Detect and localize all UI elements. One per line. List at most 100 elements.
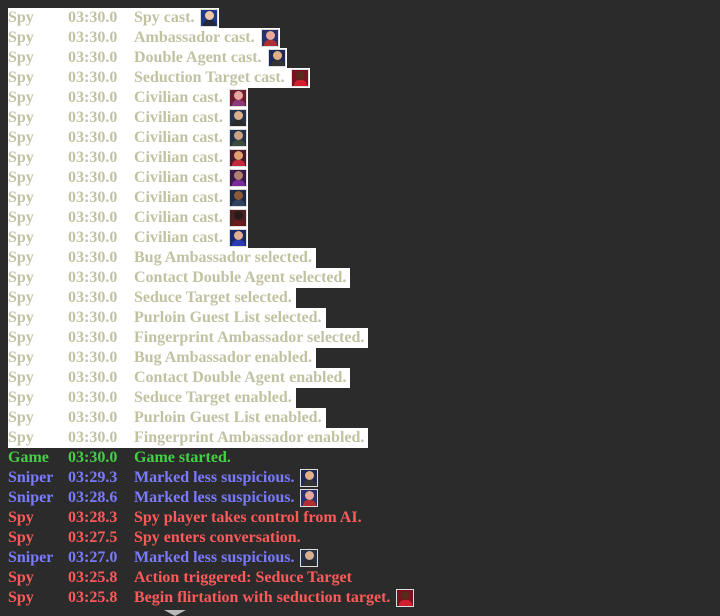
- log-actor: Spy: [8, 569, 34, 586]
- log-actor: Spy: [8, 349, 34, 366]
- civilian-portrait-icon: [229, 129, 247, 147]
- log-time: 03:30.0: [68, 449, 118, 466]
- log-actor: Spy: [8, 109, 34, 126]
- civilian-portrait-icon: [229, 149, 247, 167]
- log-actor: Sniper: [8, 489, 54, 506]
- log-time: 03:30.0: [68, 129, 118, 146]
- log-time: 03:27.0: [68, 549, 118, 566]
- log-message: Double Agent cast.: [134, 49, 262, 66]
- log-time: 03:30.0: [68, 209, 118, 226]
- log-time: 03:30.0: [68, 149, 118, 166]
- civilian-portrait-icon: [229, 109, 247, 127]
- civilian-portrait-icon: [229, 229, 247, 247]
- log-time: 03:30.0: [68, 29, 118, 46]
- log-time: 03:30.0: [68, 309, 118, 326]
- log-time: 03:29.3: [68, 469, 118, 486]
- log-actor: Spy: [8, 369, 34, 386]
- log-time: 03:30.0: [68, 9, 118, 26]
- log-time: 03:30.0: [68, 89, 118, 106]
- civilian-portrait-icon: [229, 89, 247, 107]
- log-message: Marked less suspicious.: [134, 469, 295, 486]
- log-message: Game started.: [134, 449, 231, 466]
- log-time: 03:30.0: [68, 389, 118, 406]
- log-actor: Spy: [8, 269, 34, 286]
- log-message: Seduce Target enabled.: [134, 389, 292, 406]
- log-actor: Spy: [8, 429, 34, 446]
- log-actor: Spy: [8, 329, 34, 346]
- log-message: Purloin Guest List selected.: [134, 309, 322, 326]
- log-time: 03:30.0: [68, 109, 118, 126]
- seduction-target-portrait-icon: [396, 589, 414, 607]
- log-time: 03:27.5: [68, 529, 118, 546]
- log-message: Fingerprint Ambassador selected.: [134, 329, 365, 346]
- log-message: Civilian cast.: [134, 169, 223, 186]
- civilian-portrait-icon: [229, 189, 247, 207]
- log-time: 03:30.0: [68, 369, 118, 386]
- log-actor: Spy: [8, 529, 34, 546]
- log-actor: Spy: [8, 409, 34, 426]
- log-time: 03:30.0: [68, 169, 118, 186]
- civilian-portrait-icon: [229, 169, 247, 187]
- log-actor: Spy: [8, 9, 34, 26]
- log-actor: Spy: [8, 69, 34, 86]
- civilian-portrait-icon: [229, 209, 247, 227]
- log-message: Contact Double Agent selected.: [134, 269, 347, 286]
- log-time: 03:30.0: [68, 249, 118, 266]
- log-message: Civilian cast.: [134, 89, 223, 106]
- log-actor: Spy: [8, 389, 34, 406]
- log-actor: Sniper: [8, 549, 54, 566]
- log-message: Civilian cast.: [134, 109, 223, 126]
- log-message: Action triggered: Seduce Target: [134, 569, 352, 586]
- log-message: Civilian cast.: [134, 229, 223, 246]
- seduction-target-portrait-icon: [291, 69, 309, 87]
- log-message: Spy cast.: [134, 9, 195, 26]
- log-message: Bug Ambassador selected.: [134, 249, 312, 266]
- log-message: Seduce Target selected.: [134, 289, 292, 306]
- log-message: Civilian cast.: [134, 129, 223, 146]
- log-actor: Spy: [8, 309, 34, 326]
- double-agent-portrait-icon: [300, 469, 318, 487]
- log-actor: Spy: [8, 129, 34, 146]
- log-time: 03:25.8: [68, 589, 118, 606]
- log-message: Spy player takes control from AI.: [134, 509, 362, 526]
- log-actor: Spy: [8, 289, 34, 306]
- log-time: 03:30.0: [68, 269, 118, 286]
- log-time: 03:30.0: [68, 289, 118, 306]
- log-actor: Spy: [8, 589, 34, 606]
- log-time: 03:30.0: [68, 229, 118, 246]
- log-actor: Spy: [8, 189, 34, 206]
- log-actor: Spy: [8, 149, 34, 166]
- log-actor: Spy: [8, 29, 34, 46]
- log-actor: Sniper: [8, 469, 54, 486]
- log-time: 03:30.0: [68, 189, 118, 206]
- double-agent-portrait-icon: [268, 49, 286, 67]
- log-time: 03:30.0: [68, 409, 118, 426]
- event-log[interactable]: Spy 03:30.0 Spy cast. Spy 03:30.0 Ambassador …: [0, 0, 720, 616]
- log-message: Ambassador cast.: [134, 29, 255, 46]
- log-message: Bug Ambassador enabled.: [134, 349, 312, 366]
- log-actor: Spy: [8, 249, 34, 266]
- log-message: Marked less suspicious.: [134, 489, 295, 506]
- log-actor: Spy: [8, 209, 34, 226]
- log-actor: Spy: [8, 89, 34, 106]
- log-message: Contact Double Agent enabled.: [134, 369, 347, 386]
- ambassador-portrait-icon: [300, 489, 318, 507]
- log-message: Civilian cast.: [134, 149, 223, 166]
- log-message: Civilian cast.: [134, 189, 223, 206]
- log-actor: Game: [8, 449, 49, 466]
- log-time: 03:28.3: [68, 509, 118, 526]
- log-message: Begin flirtation with seduction target.: [134, 589, 391, 606]
- scroll-down-icon[interactable]: [164, 610, 186, 616]
- log-time: 03:30.0: [68, 429, 118, 446]
- log-message: Purloin Guest List enabled.: [134, 409, 322, 426]
- log-time: 03:25.8: [68, 569, 118, 586]
- spy-portrait-icon: [200, 9, 218, 27]
- log-time: 03:30.0: [68, 69, 118, 86]
- log-message: Seduction Target cast.: [134, 69, 285, 86]
- log-time: 03:30.0: [68, 329, 118, 346]
- civilian-portrait-icon: [300, 549, 318, 567]
- log-message: Civilian cast.: [134, 209, 223, 226]
- log-time: 03:30.0: [68, 49, 118, 66]
- log-actor: Spy: [8, 169, 34, 186]
- ambassador-portrait-icon: [261, 29, 279, 47]
